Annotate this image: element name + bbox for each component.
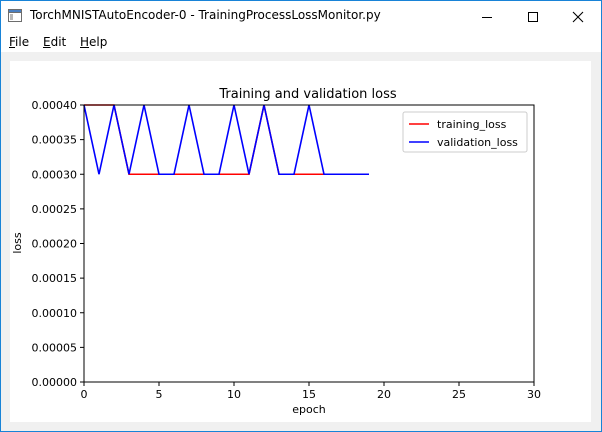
window-title: TorchMNISTAutoEncoder-0 - TrainingProces… xyxy=(30,8,381,22)
y-axis-label: loss xyxy=(11,232,24,254)
y-tick-label: 0.00015 xyxy=(32,272,78,285)
menu-help[interactable]: Help xyxy=(80,35,107,49)
y-tick-label: 0.00005 xyxy=(32,341,78,354)
plot-canvas[interactable]: Training and validation loss loss epoch … xyxy=(10,61,591,422)
y-tick-label: 0.00020 xyxy=(32,238,78,251)
maximize-icon xyxy=(528,12,538,22)
title-bar[interactable]: TorchMNISTAutoEncoder-0 - TrainingProces… xyxy=(1,1,601,31)
menu-help-mnemonic: H xyxy=(80,35,90,49)
legend-label-training_loss: training_loss xyxy=(437,118,507,131)
menu-help-label: elp xyxy=(89,35,108,49)
series-line-validation_loss xyxy=(83,104,369,176)
menu-bar: File Edit Help xyxy=(1,32,601,52)
app-window-icon xyxy=(8,9,22,22)
x-tick-label: 0 xyxy=(81,388,88,401)
x-tick-label: 20 xyxy=(377,388,391,401)
x-axis-label: epoch xyxy=(292,403,326,416)
menu-file-label: ile xyxy=(15,35,30,49)
y-tick-label: 0.00025 xyxy=(32,203,78,216)
menu-edit[interactable]: Edit xyxy=(43,35,66,49)
x-tick-label: 30 xyxy=(527,388,541,401)
x-tick-label: 15 xyxy=(302,388,316,401)
menu-edit-label: dit xyxy=(50,35,67,49)
menu-file[interactable]: File xyxy=(9,35,29,49)
close-icon xyxy=(572,11,584,23)
y-tick-label: 0.00040 xyxy=(32,99,78,112)
plot-area: 0 5 10 15 20 25 30 0.00000 0.00005 0.00010 0.00015… xyxy=(32,99,542,401)
y-tick-label: 0.00010 xyxy=(32,307,78,320)
x-tick-label: 25 xyxy=(452,388,466,401)
y-tick-label: 0.00030 xyxy=(32,168,78,181)
app-window: TorchMNISTAutoEncoder-0 - TrainingProces… xyxy=(0,0,602,432)
x-tick-label: 10 xyxy=(227,388,241,401)
maximize-button[interactable] xyxy=(510,1,556,31)
menu-edit-mnemonic: E xyxy=(43,35,51,49)
legend-label-validation_loss: validation_loss xyxy=(437,136,518,149)
content-area: Training and validation loss loss epoch … xyxy=(1,52,601,431)
loss-chart: Training and validation loss loss epoch … xyxy=(11,87,542,416)
minimize-button[interactable] xyxy=(464,1,510,31)
y-tick-label: 0.00035 xyxy=(32,134,78,147)
close-button[interactable] xyxy=(555,1,601,31)
chart-title: Training and validation loss xyxy=(218,87,396,102)
minimize-icon xyxy=(482,17,492,18)
x-tick-label: 5 xyxy=(156,388,163,401)
y-tick-label: 0.00000 xyxy=(32,376,78,389)
